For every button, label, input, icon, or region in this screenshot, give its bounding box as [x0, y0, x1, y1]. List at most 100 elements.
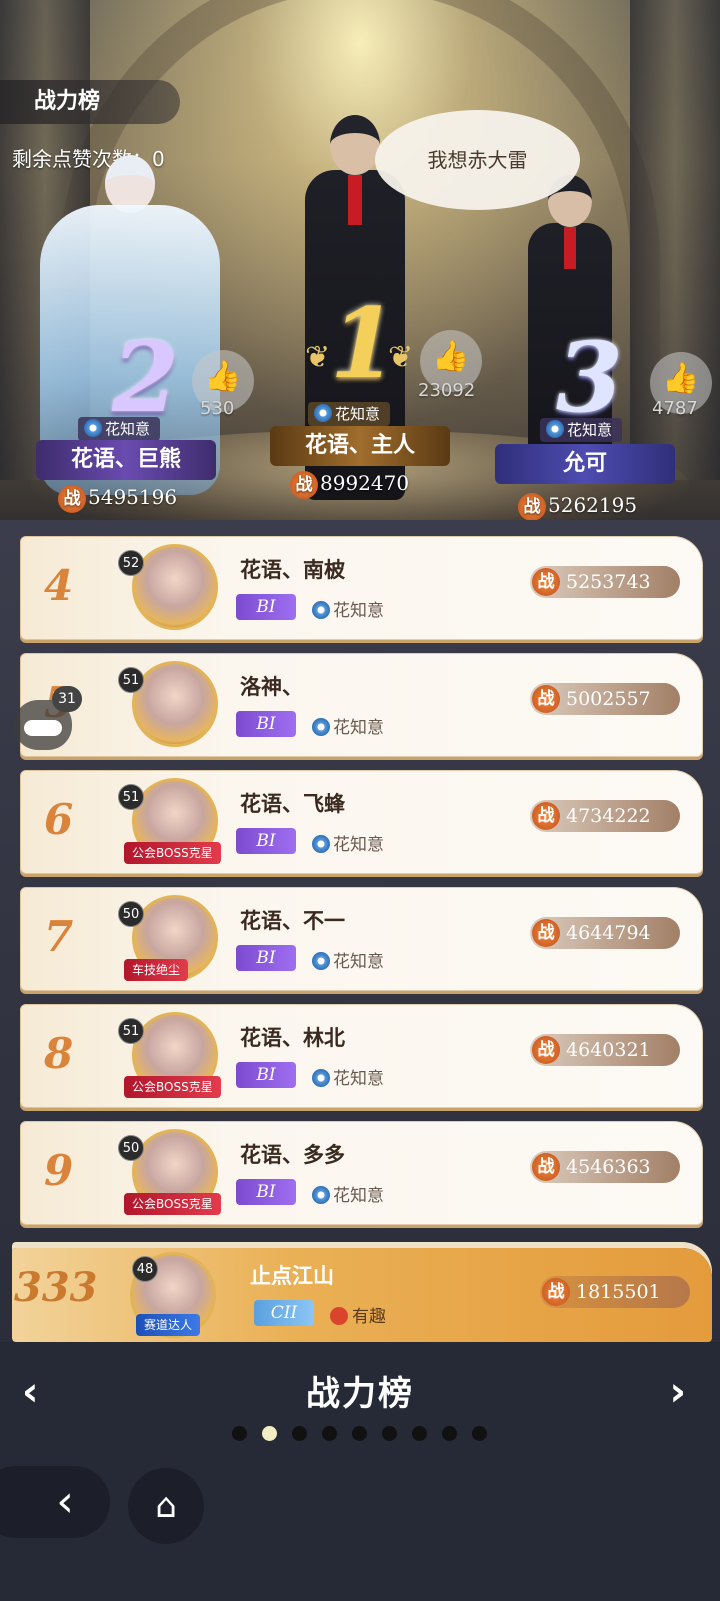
page-dot[interactable]	[382, 1426, 397, 1441]
guild-name: 花知意	[333, 601, 384, 621]
my-power-value: 1815501	[576, 1281, 661, 1303]
page-title: 战力榜	[0, 80, 180, 124]
tier-badge: BI	[236, 711, 296, 737]
title-badge: 公会BOSS克星	[124, 1076, 221, 1098]
flower-icon	[312, 952, 330, 970]
row-rank: 4	[44, 561, 74, 610]
avatar[interactable]	[132, 544, 218, 630]
guild-label: 花知意	[312, 1064, 384, 1089]
fire-icon	[330, 1307, 348, 1325]
power-icon: 战	[58, 484, 86, 513]
row-rank: 8	[44, 1029, 74, 1078]
row-rank: 9	[44, 1146, 74, 1195]
level-badge: 51	[118, 784, 144, 810]
like-count-rank-3: 4787	[652, 398, 698, 419]
table-row[interactable]: 9 50 公会BOSS克星 花语、多多 BI 花知意 战 4546363	[20, 1121, 703, 1225]
power-icon: 战	[532, 1153, 560, 1181]
character-tie	[564, 227, 576, 269]
power-value: 5262195	[548, 493, 638, 517]
avatar[interactable]	[132, 661, 218, 747]
page-dot[interactable]	[232, 1426, 247, 1441]
flower-icon	[312, 718, 330, 736]
player-name: 花语、南柀	[240, 558, 345, 582]
power-pill: 战 4640321	[530, 1034, 680, 1066]
table-row[interactable]: 7 50 车技绝尘 花语、不一 BI 花知意 战 4644794	[20, 887, 703, 991]
back-button[interactable]: ‹	[0, 1466, 110, 1538]
power-value: 4640321	[566, 1039, 651, 1061]
home-button[interactable]: ⌂	[128, 1468, 204, 1544]
guild-name: 花知意	[105, 420, 151, 438]
page-dot[interactable]	[322, 1426, 337, 1441]
guild-label: 花知意	[312, 713, 384, 738]
guild-label: 花知意	[312, 830, 384, 855]
power-icon: 战	[290, 470, 318, 499]
tier-badge: BI	[236, 1062, 296, 1088]
title-badge: 车技绝尘	[124, 959, 189, 981]
podium-rank-3: 3	[556, 321, 623, 434]
power-rank-2: 战 5495196	[58, 482, 178, 513]
page-dot[interactable]	[472, 1426, 487, 1441]
power-rank-3: 战 5262195	[518, 490, 638, 521]
power-value: 4734222	[566, 805, 651, 827]
back-icon: ‹	[56, 1476, 74, 1527]
power-value: 4644794	[566, 922, 651, 944]
row-rank: 7	[44, 912, 74, 961]
guild-label: 花知意	[312, 1181, 384, 1206]
page-dot[interactable]	[352, 1426, 367, 1441]
like-count-rank-2: 530	[200, 398, 235, 419]
next-board-arrow-icon[interactable]: ›	[670, 1372, 686, 1412]
power-value: 8992470	[320, 471, 410, 495]
guild-name: 花知意	[333, 952, 384, 972]
podium-rank-1: 1	[330, 287, 397, 400]
my-power: 战 1815501	[540, 1276, 690, 1308]
row-rank: 6	[44, 795, 74, 844]
player-name: 花语、不一	[240, 909, 345, 933]
my-guild-name: 有趣	[352, 1307, 386, 1327]
table-row[interactable]: 551洛神、BI花知意战5002557	[20, 653, 703, 757]
power-icon: 战	[542, 1278, 570, 1306]
bottom-nav: ‹ 战力榜 › ‹ ⌂	[0, 1342, 720, 1601]
board-title: 战力榜	[306, 1374, 414, 1414]
guild-name: 花知意	[333, 1186, 384, 1206]
power-pill: 战 4644794	[530, 917, 680, 949]
player-name: 花语、多多	[240, 1143, 345, 1167]
table-row[interactable]: 6 51 公会BOSS克星 花语、飞蜂 BI 花知意 战 4734222	[20, 770, 703, 874]
power-pill: 战 5253743	[530, 566, 680, 598]
my-rank-row[interactable]: 333 48 赛道达人 止点江山 CII 有趣 战 1815501	[12, 1248, 712, 1342]
table-row[interactable]: 4 52 花语、南柀 BI 花知意 战 5253743	[20, 536, 703, 640]
level-badge: 50	[118, 1135, 144, 1161]
page-dot[interactable]	[292, 1426, 307, 1441]
nameplate-rank-3[interactable]: 允可	[495, 444, 675, 484]
guild-label: 花知意	[312, 596, 384, 621]
page-dot[interactable]	[442, 1426, 457, 1441]
player-name: 洛神、	[240, 675, 303, 699]
flower-icon	[84, 419, 102, 437]
flower-icon	[312, 1069, 330, 1087]
nameplate-rank-1[interactable]: 花语、主人	[270, 426, 450, 466]
nameplate-rank-2[interactable]: 花语、巨熊	[36, 440, 216, 480]
flower-icon	[314, 404, 332, 422]
power-icon: 战	[532, 685, 560, 713]
guild-name: 花知意	[333, 835, 384, 855]
my-name: 止点江山	[250, 1264, 334, 1288]
speech-bubble: 我想赤大雷	[375, 110, 580, 210]
like-count-rank-1: 23092	[418, 380, 476, 401]
thumbs-up-icon: 👍	[432, 339, 470, 374]
page-dot[interactable]	[412, 1426, 427, 1441]
guild-name: 花知意	[567, 421, 613, 439]
thumbs-up-icon: 👍	[204, 359, 242, 394]
player-name: 花语、林北	[240, 1026, 345, 1050]
laurel-icon: ❦	[305, 340, 331, 375]
my-tier: CII	[254, 1300, 314, 1326]
guild-tag-rank-2: 花知意	[78, 417, 161, 441]
guild-name: 花知意	[333, 1069, 384, 1089]
tier-badge: BI	[236, 945, 296, 971]
podium-stage: 战力榜 剩余点赞次数：0 我想赤大雷 2 👍 530 花知意 花语、巨熊 战 54…	[0, 0, 720, 540]
tier-badge: BI	[236, 1179, 296, 1205]
character-tie	[348, 175, 362, 225]
page-dot[interactable]	[262, 1426, 277, 1441]
power-value: 5495196	[88, 485, 178, 509]
level-badge: 51	[118, 667, 144, 693]
power-icon: 战	[532, 568, 560, 596]
table-row[interactable]: 8 51 公会BOSS克星 花语、林北 BI 花知意 战 4640321	[20, 1004, 703, 1108]
